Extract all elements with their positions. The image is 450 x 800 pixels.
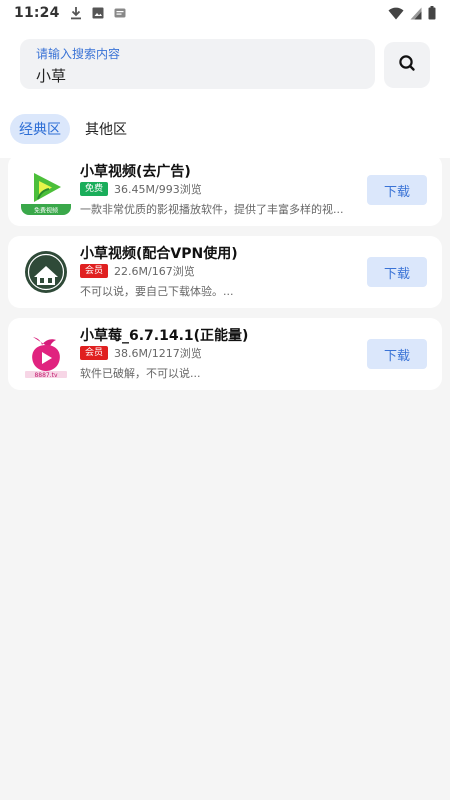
status-time: 11:24 (14, 5, 60, 21)
download-button[interactable]: 下载 (367, 175, 427, 205)
app-size-views: 38.6M/1217浏览 (114, 347, 202, 360)
search-placeholder: 请输入搜索内容 (36, 47, 121, 61)
download-button[interactable]: 下载 (367, 339, 427, 369)
status-right (388, 6, 436, 20)
app-meta: 会员 38.6M/1217浏览 (80, 345, 202, 361)
list-item[interactable]: 小草视频(配合VPN使用) 会员 22.6M/167浏览 不可以说，要自己下载体… (8, 236, 442, 308)
download-button[interactable]: 下载 (367, 257, 427, 287)
status-badge: 会员 (80, 346, 109, 360)
search-input[interactable]: 请输入搜索内容 小草 (20, 39, 375, 89)
house-logo-icon (21, 247, 71, 297)
header: 请输入搜索内容 小草 经典区 其他区 (0, 26, 450, 158)
grass-video-logo-icon: 免费视频 (21, 165, 71, 215)
message-icon (114, 8, 126, 18)
status-bar: 11:24 (0, 0, 450, 26)
list-item[interactable]: 免费视频 小草视频(去广告) 免费 36.45M/993浏览 一款非常优质的影视… (8, 154, 442, 226)
app-meta: 免费 36.45M/993浏览 (80, 181, 202, 197)
app-icon-caption: 8887.tv (34, 372, 58, 379)
search-icon (398, 54, 416, 76)
wifi-icon (388, 7, 404, 20)
search-value[interactable]: 小草 (36, 65, 66, 86)
status-badge: 会员 (80, 264, 109, 278)
tab-bar: 经典区 其他区 (10, 113, 136, 145)
app-title: 小草莓_6.7.14.1(正能量) (80, 328, 249, 344)
search-button[interactable] (384, 42, 430, 88)
signal-icon (410, 7, 422, 20)
app-list: 免费视频 小草视频(去广告) 免费 36.45M/993浏览 一款非常优质的影视… (8, 154, 442, 400)
battery-icon (428, 6, 436, 20)
app-size-views: 22.6M/167浏览 (114, 265, 195, 278)
app-title: 小草视频(去广告) (80, 164, 191, 180)
status-badge: 免费 (80, 182, 109, 196)
download-icon (70, 6, 82, 20)
image-icon (92, 7, 104, 19)
app-title: 小草视频(配合VPN使用) (80, 246, 238, 262)
status-left: 11:24 (14, 5, 126, 21)
app-icon-caption: 免费视频 (34, 207, 58, 215)
app-description: 不可以说，要自己下载体验。... (80, 285, 234, 298)
tab-other[interactable]: 其他区 (76, 114, 136, 144)
app-description: 一款非常优质的影视播放软件，提供了丰富多样的视... (80, 203, 344, 216)
tab-classic[interactable]: 经典区 (10, 114, 70, 144)
strawberry-logo-icon: 8887.tv (21, 329, 71, 379)
app-meta: 会员 22.6M/167浏览 (80, 263, 195, 279)
list-item[interactable]: 8887.tv 小草莓_6.7.14.1(正能量) 会员 38.6M/1217浏… (8, 318, 442, 390)
app-size-views: 36.45M/993浏览 (114, 183, 202, 196)
app-description: 软件已破解，不可以说... (80, 367, 201, 380)
